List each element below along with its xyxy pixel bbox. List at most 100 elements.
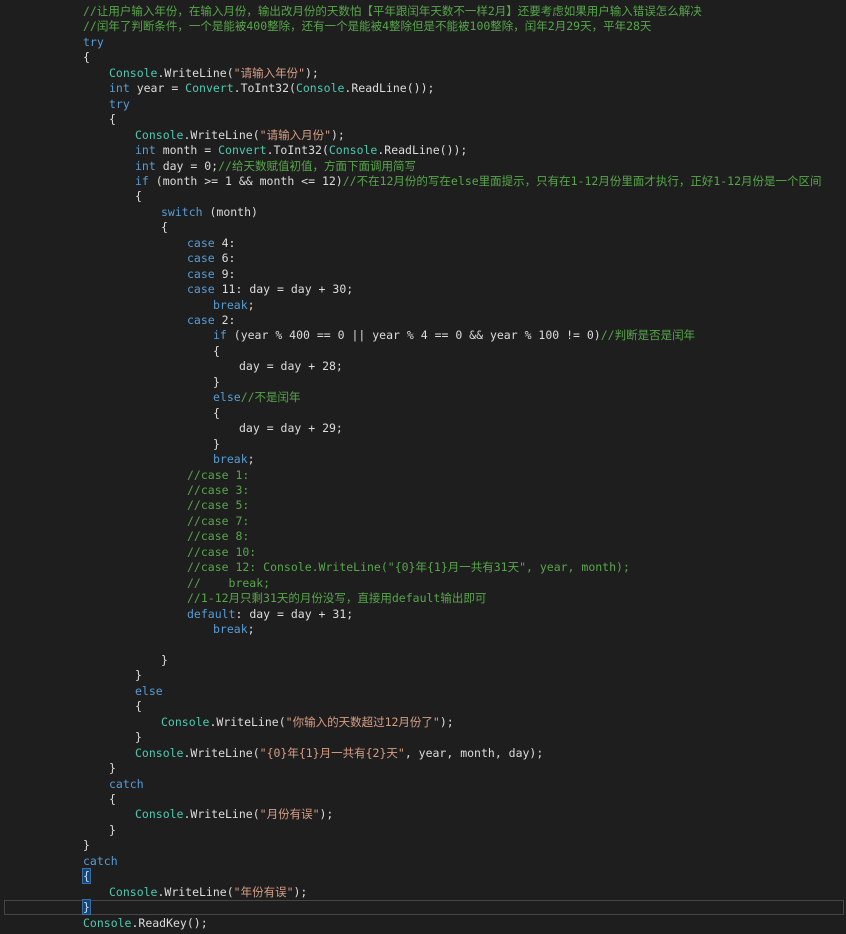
code-line[interactable]: //case 7: — [187, 514, 249, 529]
code-line[interactable]: case 2: — [187, 313, 235, 328]
code-token: { — [213, 343, 220, 358]
code-line[interactable]: } — [135, 730, 142, 745]
code-line[interactable]: Console.WriteLine("月份有误"); — [135, 807, 333, 822]
code-line[interactable]: //case 8: — [187, 529, 249, 544]
code-line[interactable]: { — [109, 112, 116, 127]
code-line[interactable]: { — [213, 344, 220, 359]
code-line[interactable]: } — [83, 838, 90, 853]
code-line[interactable]: day = day + 29; — [239, 421, 343, 436]
code-token: //case 7: — [187, 513, 250, 528]
code-line[interactable]: if (year % 400 == 0 || year % 4 == 0 && … — [213, 328, 695, 343]
code-line[interactable]: //case 5: — [187, 498, 249, 513]
code-token: { — [213, 405, 220, 420]
code-line[interactable]: { — [83, 50, 90, 65]
code-line[interactable]: catch — [109, 777, 144, 792]
code-line[interactable]: } — [109, 823, 116, 838]
code-line[interactable]: Console.WriteLine("{0}年{1}月一共有{2}天", yea… — [135, 746, 543, 761]
code-token: day = 0; — [155, 158, 219, 173]
code-token: .ToInt32( — [266, 143, 329, 158]
code-token: else — [213, 390, 241, 405]
code-line[interactable]: } — [213, 437, 220, 452]
code-line[interactable]: Console.WriteLine("年份有误"); — [109, 885, 307, 900]
code-line[interactable]: } — [82, 899, 91, 916]
code-token: ); — [331, 127, 345, 142]
code-token: day = day + 29; — [239, 421, 343, 436]
code-line[interactable]: { — [135, 699, 142, 714]
code-line[interactable]: // break; — [187, 576, 270, 591]
code-token: , year, month, day); — [404, 745, 544, 760]
code-line[interactable]: int day = 0;//给天数赋值初值，方面下面调用简写 — [135, 159, 416, 174]
code-line[interactable]: { — [135, 189, 142, 204]
code-line[interactable]: //case 3: — [187, 483, 249, 498]
code-line[interactable]: { — [213, 406, 220, 421]
code-token: .WriteLine( — [209, 714, 286, 729]
code-token: break — [213, 452, 248, 467]
code-line[interactable]: { — [161, 220, 168, 235]
code-line[interactable]: Console.WriteLine("你输入的天数超过12月份了"); — [161, 715, 454, 730]
code-token: (month) — [202, 204, 258, 219]
code-token: Console — [135, 127, 184, 142]
code-line[interactable]: } — [109, 761, 116, 776]
code-line[interactable]: break; — [213, 622, 255, 637]
code-token: Console — [109, 884, 158, 899]
code-token: Console — [295, 81, 345, 96]
code-line[interactable]: else — [135, 684, 163, 699]
code-editor[interactable]: //让用户输入年份，在输入月份，输出改月份的天数怕【平年跟闰年天数不一样2月】还… — [0, 0, 846, 934]
code-token: } — [213, 436, 220, 451]
code-token: 6: — [214, 251, 236, 266]
code-token: .WriteLine( — [183, 745, 260, 760]
code-token: "你输入的天数超过12月份了" — [285, 714, 440, 729]
code-token: 2: — [214, 313, 236, 327]
code-line[interactable]: //case 1: — [187, 468, 249, 483]
code-line[interactable]: //闰年了判断条件，一个是能被400整除，还有一个是能被4整除但是不能被100整… — [83, 19, 651, 34]
code-line[interactable]: break; — [213, 298, 255, 313]
code-token: else — [135, 683, 163, 698]
code-line[interactable]: else//不是闰年 — [213, 390, 301, 405]
code-line[interactable]: //1-12月只剩31天的月份没写，直接用default输出即可 — [187, 591, 486, 606]
code-line[interactable]: day = day + 28; — [239, 359, 343, 374]
code-line[interactable]: case 4: — [187, 236, 235, 251]
code-line[interactable]: } — [161, 653, 168, 668]
code-token: ); — [293, 884, 308, 899]
code-line[interactable]: { — [82, 868, 91, 885]
code-line[interactable]: Console.WriteLine("请输入月份"); — [135, 128, 345, 143]
code-line[interactable]: } — [213, 375, 220, 390]
code-line[interactable]: { — [109, 792, 116, 807]
code-line[interactable]: Console.ReadKey(); — [83, 916, 208, 931]
code-line[interactable]: //case 12: Console.WriteLine("{0}年{1}月一共… — [187, 560, 630, 575]
code-line[interactable]: if (month >= 1 && month <= 12)//不在12月份的写… — [135, 174, 822, 189]
code-line[interactable]: } — [135, 668, 142, 683]
code-token: Console — [109, 65, 158, 80]
code-line[interactable]: default: day = day + 31; — [187, 607, 353, 622]
code-token: if — [135, 173, 149, 188]
code-line[interactable]: Console.WriteLine("请输入年份"); — [109, 66, 319, 81]
code-line[interactable]: try — [109, 97, 130, 112]
code-token: "{0}年{1}月一共有{2}天" — [259, 745, 405, 760]
code-token: Console — [328, 143, 378, 158]
code-line[interactable]: case 6: — [187, 251, 235, 266]
code-line[interactable]: int year = Convert.ToInt32(Console.ReadL… — [109, 81, 434, 96]
code-line[interactable]: //让用户输入年份，在输入月份，输出改月份的天数怕【平年跟闰年天数不一样2月】还… — [83, 4, 702, 19]
code-token: break — [213, 297, 248, 312]
code-token: //让用户输入年份，在输入月份，输出改月份的天数怕【平年跟闰年天数不一样2月】还… — [83, 4, 702, 18]
code-token: case — [187, 235, 215, 250]
code-token: Convert — [218, 143, 267, 158]
code-token: Console — [135, 807, 184, 822]
code-token: { — [135, 189, 142, 204]
code-line[interactable]: catch — [83, 854, 118, 869]
code-token: switch — [161, 204, 203, 219]
code-token: ); — [319, 807, 334, 822]
code-line[interactable]: int month = Convert.ToInt32(Console.Read… — [135, 143, 467, 158]
code-token: } — [161, 652, 168, 667]
code-line[interactable]: case 9: — [187, 267, 235, 282]
code-token: .ReadLine()); — [344, 81, 435, 96]
code-line[interactable]: case 11: day = day + 30; — [187, 282, 353, 297]
code-token: try — [109, 96, 130, 111]
code-line[interactable]: switch (month) — [161, 205, 258, 220]
code-token: //case 5: — [187, 498, 250, 513]
code-line[interactable]: //case 10: — [187, 545, 256, 560]
code-token: .ReadLine()); — [377, 143, 468, 158]
code-line[interactable]: break; — [213, 452, 255, 467]
code-line[interactable]: try — [83, 35, 104, 50]
code-token: .ReadKey(); — [131, 915, 208, 930]
